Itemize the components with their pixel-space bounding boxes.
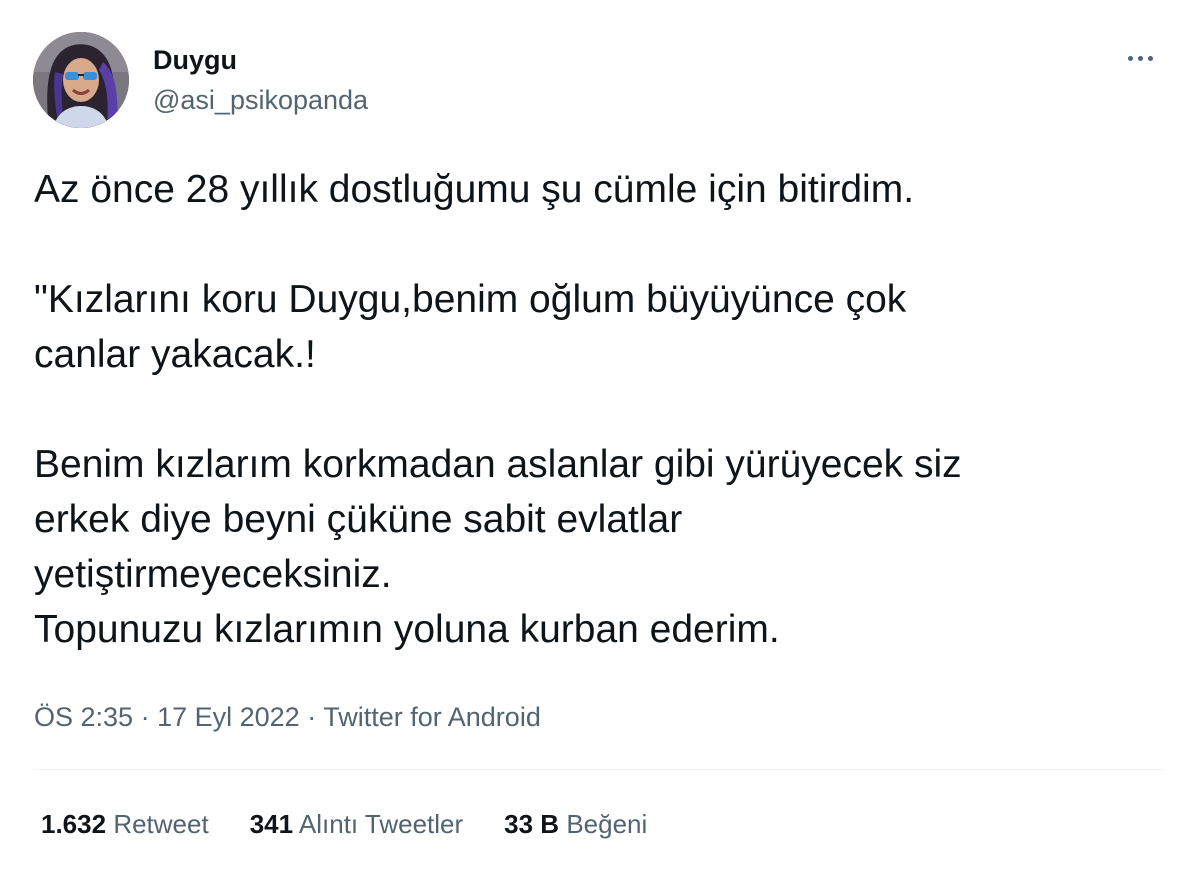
- tweet-paragraph: Az önce 28 yıllık dostluğumu şu cümle iç…: [34, 162, 1144, 217]
- tweet-card: Duygu @asi_psikopanda Az önce 28 yıllık …: [0, 0, 1196, 872]
- retweet-count: 1.632: [41, 809, 107, 839]
- tweet-line: canlar yakacak.!: [34, 333, 316, 376]
- quote-count-link[interactable]: 341 Alıntı Tweetler: [250, 808, 463, 840]
- profile-photo-icon: [33, 32, 129, 128]
- tweet-paragraph: Benim kızlarım korkmadan aslanlar gibi y…: [34, 437, 1144, 657]
- tweet-line: Benim kızlarım korkmadan aslanlar gibi y…: [34, 443, 962, 486]
- tweet-line: "Kızlarını koru Duygu,benim oğlum büyüyü…: [34, 278, 907, 321]
- tweet-time[interactable]: ÖS 2:35: [34, 702, 133, 732]
- divider: [34, 769, 1164, 770]
- meta-separator: ·: [140, 702, 150, 732]
- tweet-source[interactable]: Twitter for Android: [323, 702, 541, 732]
- quote-count: 341: [249, 809, 294, 839]
- retweet-count-link[interactable]: 1.632 Retweet: [41, 808, 209, 840]
- tweet-line: erkek diye beyni çüküne sabit evlatlar: [34, 498, 683, 541]
- tweet-line: yetiştirmeyeceksiniz.: [34, 553, 392, 596]
- retweet-label: Retweet: [113, 809, 209, 839]
- more-options-icon: [1127, 55, 1133, 61]
- more-options-button[interactable]: [1118, 38, 1162, 78]
- avatar[interactable]: [33, 32, 129, 128]
- more-options-icon: [1137, 55, 1143, 61]
- like-count-link[interactable]: 33 B Beğeni: [504, 808, 647, 840]
- like-label: Beğeni: [566, 809, 648, 839]
- author-handle[interactable]: @asi_psikopanda: [153, 84, 368, 116]
- meta-separator: ·: [307, 702, 317, 732]
- tweet-metadata: ÖS 2:35 · 17 Eyl 2022 · Twitter for Andr…: [34, 700, 541, 734]
- like-count: 33 B: [504, 809, 560, 839]
- tweet-stats: 1.632 Retweet 341 Alıntı Tweetler 33 B B…: [41, 808, 688, 840]
- quote-label: Alıntı Tweetler: [298, 809, 464, 839]
- tweet-date[interactable]: 17 Eyl 2022: [157, 702, 300, 732]
- tweet-line: Az önce 28 yıllık dostluğumu şu cümle iç…: [34, 168, 915, 211]
- more-options-icon: [1147, 55, 1153, 61]
- tweet-line: Topunuzu kızlarımın yoluna kurban ederim…: [34, 608, 780, 651]
- tweet-paragraph: "Kızlarını koru Duygu,benim oğlum büyüyü…: [34, 272, 1144, 382]
- author-name[interactable]: Duygu: [153, 44, 237, 76]
- tweet-text: Az önce 28 yıllık dostluğumu şu cümle iç…: [34, 162, 1144, 657]
